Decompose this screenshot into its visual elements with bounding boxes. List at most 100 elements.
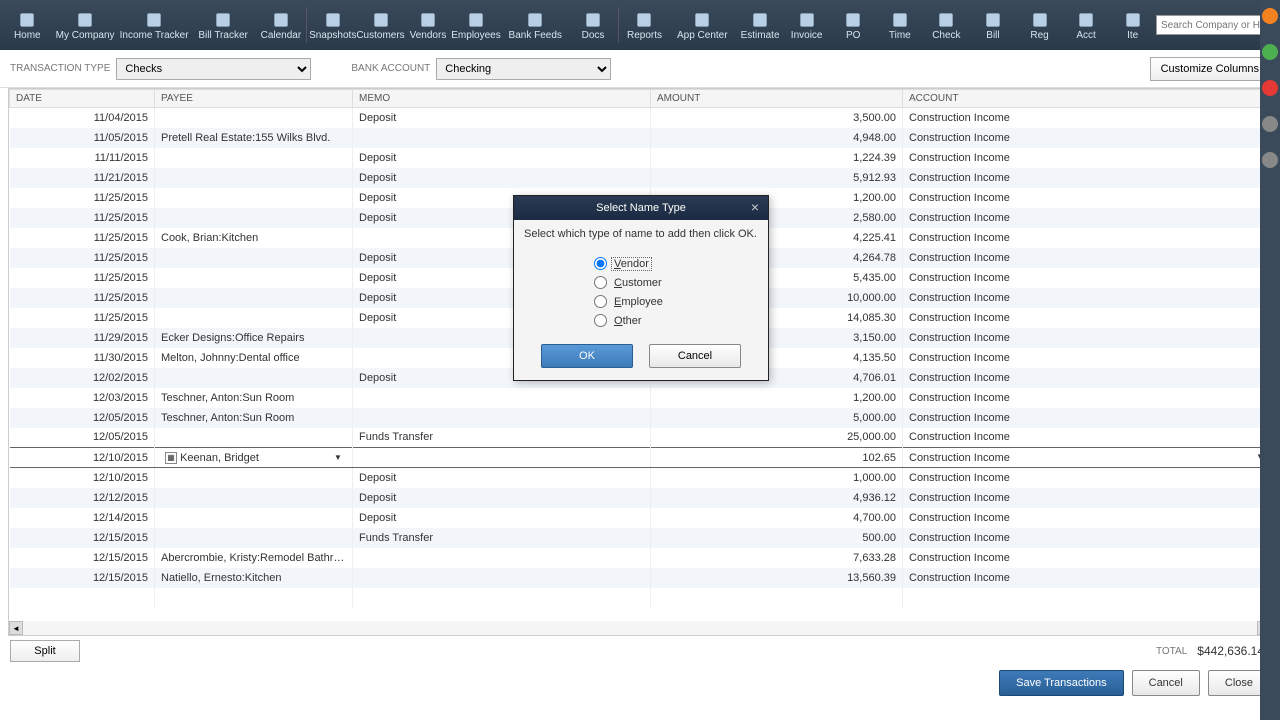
table-row[interactable]: 11/21/2015Deposit5,912.93Construction In… — [10, 168, 1271, 188]
memo-cell — [353, 588, 651, 608]
toolbar-ite[interactable]: Ite — [1109, 1, 1156, 49]
dialog-cancel-button[interactable]: Cancel — [649, 344, 741, 368]
radio-input-other[interactable] — [594, 314, 607, 327]
radio-input-vendor[interactable] — [594, 257, 607, 270]
close-icon[interactable]: × — [746, 199, 764, 217]
total-value: $442,636.14 — [1197, 644, 1264, 658]
account-cell: Construction Income — [903, 548, 1271, 568]
memo-cell — [353, 448, 651, 468]
side-icon-4[interactable] — [1262, 116, 1278, 132]
amount-cell: 4,936.12 — [651, 488, 903, 508]
chevron-down-icon[interactable]: ▼ — [334, 453, 346, 462]
date-cell: 11/30/2015 — [10, 348, 155, 368]
toolbar-bill-tracker[interactable]: Bill Tracker — [189, 1, 258, 49]
table-row[interactable]: 12/03/2015Teschner, Anton:Sun Room1,200.… — [10, 388, 1271, 408]
toolbar-customers[interactable]: Customers — [356, 1, 404, 49]
payee-cell — [155, 168, 353, 188]
table-row[interactable]: 12/05/2015Teschner, Anton:Sun Room5,000.… — [10, 408, 1271, 428]
toolbar-bill[interactable]: Bill — [970, 1, 1017, 49]
table-row[interactable]: 11/04/2015Deposit3,500.00Construction In… — [10, 108, 1271, 128]
toolbar-snapshots[interactable]: Snapshots — [309, 1, 356, 49]
memo-cell: Deposit — [353, 168, 651, 188]
table-row[interactable]: 11/11/2015Deposit1,224.39Construction In… — [10, 148, 1271, 168]
column-account[interactable]: ACCOUNT — [903, 90, 1271, 108]
table-row[interactable]: 12/12/2015Deposit4,936.12Construction In… — [10, 488, 1271, 508]
table-row[interactable]: 12/10/2015▦ Keenan, Bridget▼102.65Constr… — [10, 448, 1271, 468]
side-icon-1[interactable] — [1262, 8, 1278, 24]
side-icon-2[interactable] — [1262, 44, 1278, 60]
memo-cell: Deposit — [353, 468, 651, 488]
date-cell: 12/10/2015 — [10, 468, 155, 488]
bank-account-select[interactable]: Checking — [436, 58, 611, 80]
radio-input-employee[interactable] — [594, 295, 607, 308]
toolbar-reports[interactable]: Reports — [621, 1, 668, 49]
memo-cell: Deposit — [353, 508, 651, 528]
side-icon-3[interactable] — [1262, 80, 1278, 96]
radio-input-customer[interactable] — [594, 276, 607, 289]
toolbar-vendors[interactable]: Vendors — [405, 1, 452, 49]
table-row[interactable]: 12/15/2015Abercrombie, Kristy:Remodel Ba… — [10, 548, 1271, 568]
table-row[interactable]: 12/10/2015Deposit1,000.00Construction In… — [10, 468, 1271, 488]
payee-cell: Teschner, Anton:Sun Room — [155, 408, 353, 428]
toolbar-app-center[interactable]: App Center — [668, 1, 737, 49]
toolbar-my-company[interactable]: My Company — [51, 1, 120, 49]
side-icon-5[interactable] — [1262, 152, 1278, 168]
column-payee[interactable]: PAYEE — [155, 90, 353, 108]
payee-cell[interactable]: Keenan, Bridget — [180, 452, 259, 464]
toolbar-home[interactable]: Home — [4, 1, 51, 49]
table-row[interactable]: 12/15/2015Funds Transfer500.00Constructi… — [10, 528, 1271, 548]
date-cell: 11/25/2015 — [10, 308, 155, 328]
table-row[interactable]: 12/05/2015Funds Transfer25,000.00Constru… — [10, 428, 1271, 448]
table-row[interactable] — [10, 588, 1271, 608]
toolbar-estimate[interactable]: Estimate — [737, 1, 784, 49]
radio-other[interactable]: Other — [594, 311, 758, 330]
toolbar-acct[interactable]: Acct — [1063, 1, 1110, 49]
toolbar-employees[interactable]: Employees — [451, 1, 500, 49]
radio-vendor[interactable]: Vendor — [594, 254, 758, 273]
payee-cell: Teschner, Anton:Sun Room — [155, 388, 353, 408]
toolbar-invoice[interactable]: Invoice — [783, 1, 830, 49]
date-cell: 12/05/2015 — [10, 408, 155, 428]
customize-columns-button[interactable]: Customize Columns — [1150, 57, 1270, 81]
search-input[interactable] — [1156, 15, 1276, 35]
cancel-button[interactable]: Cancel — [1132, 670, 1200, 696]
memo-cell: Funds Transfer — [353, 528, 651, 548]
toolbar-bank-feeds[interactable]: Bank Feeds — [501, 1, 570, 49]
ok-button[interactable]: OK — [541, 344, 633, 368]
toolbar-reg[interactable]: Reg — [1016, 1, 1063, 49]
column-memo[interactable]: MEMO — [353, 90, 651, 108]
toolbar-time[interactable]: Time — [877, 1, 924, 49]
table-row[interactable]: 12/14/2015Deposit4,700.00Construction In… — [10, 508, 1271, 528]
horizontal-scrollbar[interactable]: ◄ ► — [9, 621, 1271, 635]
calendar-icon[interactable]: ▦ — [165, 452, 177, 464]
date-cell: 11/25/2015 — [10, 188, 155, 208]
amount-cell: 500.00 — [651, 528, 903, 548]
account-cell: Construction Income — [903, 408, 1271, 428]
column-amount[interactable]: AMOUNT — [651, 90, 903, 108]
date-cell: 11/25/2015 — [10, 208, 155, 228]
amount-cell: 1,200.00 — [651, 388, 903, 408]
date-cell: 11/11/2015 — [10, 148, 155, 168]
column-date[interactable]: DATE — [10, 90, 155, 108]
account-cell: Construction Income — [903, 148, 1271, 168]
date-cell: 12/15/2015 — [10, 548, 155, 568]
radio-customer[interactable]: Customer — [594, 273, 758, 292]
scroll-left-icon[interactable]: ◄ — [9, 621, 23, 635]
table-row[interactable]: 11/05/2015Pretell Real Estate:155 Wilks … — [10, 128, 1271, 148]
save-transactions-button[interactable]: Save Transactions — [999, 670, 1124, 696]
account-cell: Construction Income▼ — [903, 448, 1271, 468]
date-cell: 11/29/2015 — [10, 328, 155, 348]
toolbar-docs[interactable]: Docs — [570, 1, 617, 49]
memo-cell: Deposit — [353, 148, 651, 168]
toolbar-po[interactable]: PO — [830, 1, 877, 49]
payee-cell — [155, 428, 353, 448]
amount-cell: 3,500.00 — [651, 108, 903, 128]
transaction-type-select[interactable]: Checks — [116, 58, 311, 80]
dialog-titlebar[interactable]: Select Name Type × — [514, 196, 768, 220]
toolbar-income-tracker[interactable]: Income Tracker — [120, 1, 189, 49]
toolbar-calendar[interactable]: Calendar — [258, 1, 305, 49]
radio-employee[interactable]: Employee — [594, 292, 758, 311]
table-row[interactable]: 12/15/2015Natiello, Ernesto:Kitchen13,56… — [10, 568, 1271, 588]
toolbar-check[interactable]: Check — [923, 1, 970, 49]
split-button[interactable]: Split — [10, 640, 80, 662]
